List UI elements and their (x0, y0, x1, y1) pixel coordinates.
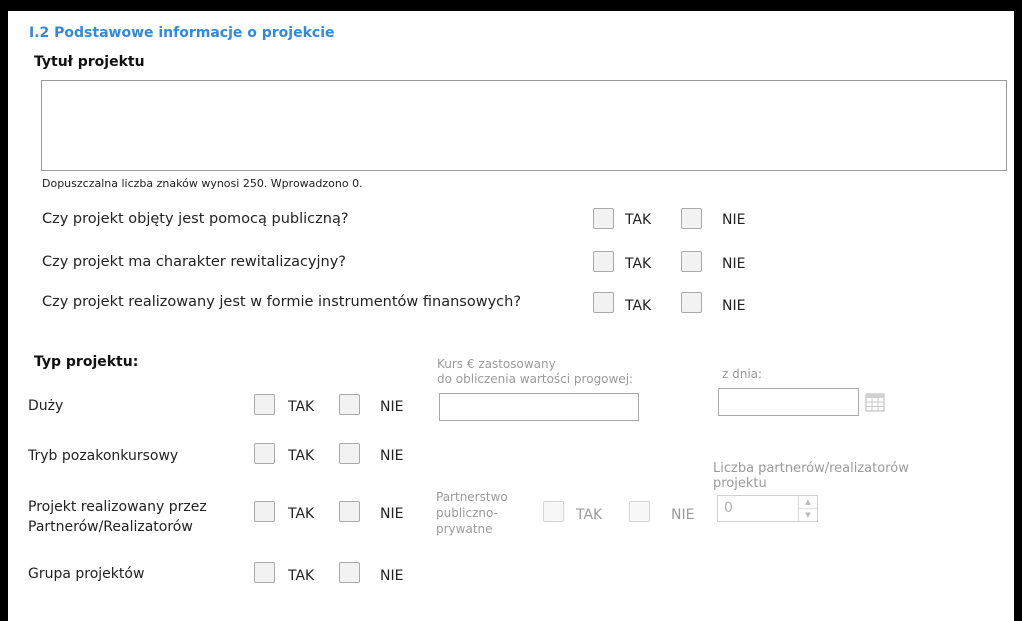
ppp-label-line3: prywatne (436, 522, 493, 536)
financial-instruments-no-checkbox[interactable] (681, 292, 702, 313)
stepper-up-icon[interactable]: ▲ (799, 496, 817, 509)
project-type-group-label: Grupa projektów (28, 566, 145, 582)
stepper-down-icon[interactable]: ▼ (799, 509, 817, 522)
ppp-no-checkbox[interactable] (629, 501, 650, 522)
public-aid-yes-label: TAK (625, 212, 652, 228)
partners-count-stepper-buttons: ▲ ▼ (798, 496, 817, 521)
section-title: I.2 Podstawowe informacje o projekcie (29, 25, 335, 41)
question-financial-instruments: Czy projekt realizowany jest w formie in… (42, 294, 522, 310)
partners-no-checkbox[interactable] (339, 501, 360, 522)
project-type-partners-label: Projekt realizowany przez Partnerów/Real… (28, 497, 207, 537)
partners-count-label-line1: Liczba partnerów/realizatorów (713, 461, 909, 476)
exchange-rate-label-line2: do obliczenia wartości progowej: (437, 372, 634, 386)
partners-count-label: Liczba partnerów/realizatorów projektu (713, 461, 909, 491)
project-type-heading: Typ projektu: (34, 354, 139, 370)
project-type-partners-label-line1: Projekt realizowany przez (28, 499, 207, 515)
group-yes-checkbox[interactable] (254, 562, 275, 583)
partners-count-stepper[interactable]: 0 ▲ ▼ (717, 495, 818, 522)
large-yes-label: TAK (288, 399, 315, 415)
ppp-yes-checkbox[interactable] (543, 501, 564, 522)
ppp-label-line2: publiczno- (436, 506, 498, 520)
revitalization-yes-checkbox[interactable] (593, 251, 614, 272)
large-no-label: NIE (380, 399, 404, 415)
exchange-rate-label: Kurs € zastosowany do obliczenia wartośc… (437, 357, 633, 387)
form-panel: I.2 Podstawowe informacje o projekcie Ty… (8, 11, 1014, 621)
noncompetitive-no-label: NIE (380, 448, 404, 464)
calendar-icon[interactable] (865, 392, 885, 412)
revitalization-no-checkbox[interactable] (681, 251, 702, 272)
question-public-aid: Czy projekt objęty jest pomocą publiczną… (42, 211, 349, 227)
exchange-rate-label-line1: Kurs € zastosowany (437, 357, 556, 371)
project-type-partners-label-line2: Partnerów/Realizatorów (28, 519, 193, 535)
exchange-rate-input[interactable] (439, 393, 639, 421)
group-no-checkbox[interactable] (339, 562, 360, 583)
project-type-noncompetitive-label: Tryb pozakonkursowy (28, 448, 179, 464)
revitalization-no-label: NIE (722, 256, 746, 272)
large-no-checkbox[interactable] (339, 394, 360, 415)
partners-yes-label: TAK (288, 506, 315, 522)
question-revitalization: Czy projekt ma charakter rewitalizacyjny… (42, 254, 346, 270)
project-title-label: Tytuł projektu (34, 54, 145, 70)
noncompetitive-yes-label: TAK (288, 448, 315, 464)
public-aid-no-checkbox[interactable] (681, 208, 702, 229)
char-counter: Dopuszczalna liczba znaków wynosi 250. W… (42, 177, 363, 190)
project-type-large-label: Duży (28, 398, 64, 414)
partners-yes-checkbox[interactable] (254, 501, 275, 522)
revitalization-yes-label: TAK (625, 256, 652, 272)
project-title-textarea[interactable] (41, 80, 1007, 171)
ppp-label-line1: Partnerstwo (436, 490, 508, 504)
partners-no-label: NIE (380, 506, 404, 522)
financial-instruments-no-label: NIE (722, 298, 746, 314)
noncompetitive-yes-checkbox[interactable] (254, 443, 275, 464)
large-yes-checkbox[interactable] (254, 394, 275, 415)
date-label: z dnia: (722, 367, 763, 381)
ppp-yes-label: TAK (576, 507, 603, 523)
noncompetitive-no-checkbox[interactable] (339, 443, 360, 464)
group-no-label: NIE (380, 568, 404, 584)
partners-count-value: 0 (724, 500, 733, 516)
public-aid-no-label: NIE (722, 212, 746, 228)
date-input[interactable] (718, 388, 859, 416)
financial-instruments-yes-checkbox[interactable] (593, 292, 614, 313)
group-yes-label: TAK (288, 568, 315, 584)
ppp-label: Partnerstwo publiczno- prywatne (436, 489, 508, 537)
ppp-no-label: NIE (671, 507, 695, 523)
financial-instruments-yes-label: TAK (625, 298, 652, 314)
partners-count-label-line2: projektu (713, 476, 767, 491)
public-aid-yes-checkbox[interactable] (593, 208, 614, 229)
